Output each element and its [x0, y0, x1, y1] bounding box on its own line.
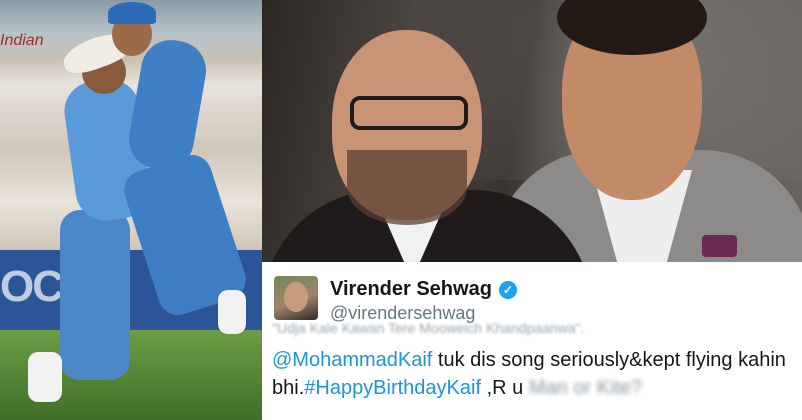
player-one-legs: [60, 210, 130, 380]
blurred-quote: "Udja Kale Kawan Tere Mooweich Khandpaan…: [272, 320, 585, 336]
profile-avatar[interactable]: [274, 276, 318, 320]
shoe: [28, 352, 62, 402]
verified-check-icon: ✓: [498, 280, 517, 299]
beard: [347, 150, 467, 225]
tweet-card: Virender Sehwag ✓ @virendersehwag "Udja …: [262, 262, 802, 420]
shoe: [218, 290, 246, 334]
tweet-author-row: Virender Sehwag ✓: [330, 278, 517, 301]
tweet-text-part: ,R u: [481, 377, 529, 399]
stadium-board-text: Indian: [0, 32, 44, 49]
hashtag-link[interactable]: #HappyBirthdayKaif: [304, 377, 481, 399]
cricket-celebration-photo: Indian OCOI: [0, 0, 262, 420]
mention-link[interactable]: @MohammadKaif: [272, 349, 432, 371]
glasses: [350, 96, 468, 130]
author-name[interactable]: Virender Sehwag: [330, 278, 492, 301]
blue-cap: [108, 2, 156, 24]
pocket-square: [702, 235, 737, 257]
player-two-torso: [124, 35, 211, 175]
blurred-text: Man or Kite?: [528, 377, 643, 399]
tweet-text: @MohammadKaif tuk dis song seriously&kep…: [272, 346, 797, 402]
